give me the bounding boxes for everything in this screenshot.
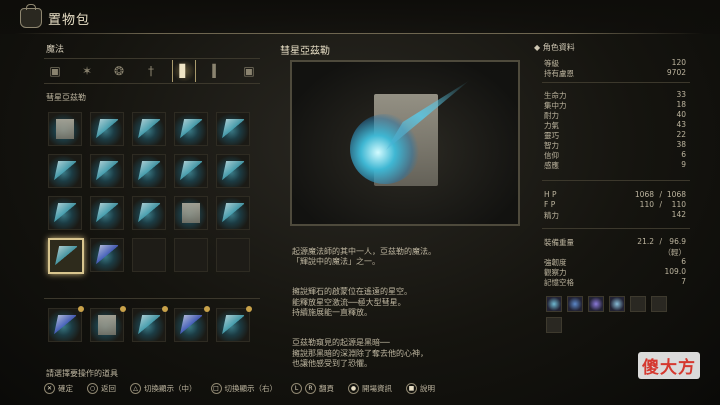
spell-slot[interactable] — [90, 112, 124, 146]
tab-tools[interactable]: ▣ — [44, 60, 66, 82]
bag-icon — [20, 4, 42, 28]
cross-button-icon: ✕ — [44, 383, 55, 394]
memorized-spell-icon — [567, 296, 583, 312]
circle-button-icon: ○ — [87, 383, 98, 394]
divider — [542, 82, 690, 83]
switch-mid-button[interactable]: △ 切換顯示（中） — [130, 383, 197, 394]
spell-slot[interactable] — [48, 196, 82, 230]
category-tabs: ▣ ✶ ❂ † ▋ ▍ ▣ — [44, 58, 260, 84]
spell-slot[interactable] — [132, 154, 166, 188]
watermark-logo: 傻大方 — [638, 352, 700, 379]
empty-slot[interactable] — [132, 238, 166, 272]
empty-slot[interactable] — [174, 238, 208, 272]
tab-bolstering[interactable]: ❂ — [108, 60, 130, 82]
tab-weapons[interactable]: † — [140, 60, 162, 82]
memorized-spell-icon — [588, 296, 604, 312]
divider — [14, 33, 704, 34]
spell-slot[interactable] — [132, 196, 166, 230]
spell-slot[interactable] — [90, 238, 124, 272]
spell-slot[interactable] — [174, 112, 208, 146]
equipped-spell-slot[interactable] — [132, 306, 168, 342]
memorized-spell-icon — [546, 317, 562, 333]
stat-hp: H P 1068/1068 — [544, 190, 686, 199]
memorized-spell-icon — [630, 296, 646, 312]
stats-title: ◆ 角色資料 — [534, 43, 575, 52]
triangle-button-icon: △ — [130, 383, 141, 394]
tab-info[interactable]: ▣ — [238, 60, 260, 82]
spell-slot[interactable] — [174, 154, 208, 188]
stat-runes: 持有盧恩 9702 — [544, 68, 686, 78]
controls-bar: ✕ 確定 ○ 返回 △ 切換顯示（中） □ 切換顯示（右） L R 翻頁 ● 開場資訊 ■ 說明 — [44, 383, 435, 394]
memorized-spell-icon — [651, 296, 667, 312]
square-button-icon: □ — [210, 383, 222, 394]
stat-stamina: 精力 142 — [544, 210, 686, 220]
equipped-spell-slot[interactable] — [174, 306, 210, 342]
spell-description: 起源魔法師的其中一人，亞茲勒的魔法。 「輝說中的魔法」之一。 擁說輝石的啟蒙位在… — [292, 236, 518, 389]
tab-sorceries[interactable]: ▋ — [172, 60, 196, 82]
l-button-icon: L — [291, 383, 302, 394]
memorized-spell-icon — [546, 296, 562, 312]
memorized-spell-icon — [609, 296, 625, 312]
category-title: 魔法 — [46, 45, 65, 55]
equipped-spell-slot[interactable] — [90, 306, 126, 342]
spell-slot[interactable] — [216, 154, 250, 188]
spell-slot[interactable] — [90, 154, 124, 188]
switch-right-button[interactable]: □ 切換顯示（右） — [210, 383, 277, 394]
spell-slot[interactable] — [216, 112, 250, 146]
page-title: 置物包 — [48, 13, 91, 28]
page-button[interactable]: L R 翻頁 — [291, 383, 334, 394]
spell-slot[interactable] — [48, 154, 82, 188]
empty-slot[interactable] — [216, 238, 250, 272]
spell-slot[interactable] — [216, 196, 250, 230]
spell-preview-image — [290, 60, 520, 226]
divider — [542, 228, 690, 229]
touchpad-button-icon: ■ — [406, 383, 417, 394]
stat-attr: 感應 9 — [544, 160, 686, 170]
equipped-spell-slot[interactable] — [216, 306, 252, 342]
spell-slot[interactable] — [174, 196, 208, 230]
help-text: 請選擇要操作的道具 — [46, 369, 118, 378]
back-button[interactable]: ○ 返回 — [87, 383, 116, 394]
divider — [542, 180, 690, 181]
spell-grid — [48, 112, 258, 274]
memorized-spell-icons — [546, 296, 686, 333]
explain-button[interactable]: ■ 說明 — [406, 383, 435, 394]
character-stats-panel: ◆ 角色資料 等級 120 持有盧恩 9702 生命力 33 集中力 18 耐力 40 力… — [534, 40, 692, 340]
stat-memory-slots: 記憶空格 7 — [544, 277, 686, 287]
description-paragraph: 起源魔法師的其中一人，亞茲勒的魔法。 「輝說中的魔法」之一。 — [292, 246, 436, 267]
equipped-spells — [48, 306, 258, 342]
spell-slot[interactable] — [90, 196, 124, 230]
detail-panel: 彗星亞茲勒 起源魔法師的其中一人，亞茲勒的魔法。 「輝說中的魔法」之一。 擁說輝… — [278, 40, 524, 368]
description-paragraph: 擁說輝石的啟蒙位在遙遠的星空。 能釋放星空激流──極大型彗星。 持續施展能一直釋… — [292, 287, 412, 317]
spell-title: 彗星亞茲勒 — [280, 46, 330, 57]
selected-item-name: 彗星亞茲勒 — [46, 93, 86, 102]
info-button[interactable]: ● 開場資訊 — [348, 383, 392, 394]
tab-crafting[interactable]: ✶ — [76, 60, 98, 82]
divider — [44, 298, 260, 299]
tab-incantations[interactable]: ▍ — [206, 60, 228, 82]
item-panel: 魔法 ▣ ✶ ❂ † ▋ ▍ ▣ 彗星亞茲勒 — [38, 40, 266, 348]
spell-slot[interactable] — [132, 112, 166, 146]
r-button-icon: R — [305, 383, 316, 394]
r3-button-icon: ● — [348, 383, 359, 394]
spell-slot[interactable] — [48, 112, 82, 146]
confirm-button[interactable]: ✕ 確定 — [44, 383, 73, 394]
spell-slot-selected[interactable] — [48, 238, 84, 274]
stat-fp: F P 110/110 — [544, 200, 686, 209]
top-bar: 置物包 — [0, 0, 720, 34]
description-paragraph: 亞茲勒窺見的起源是黑暗── 擁說那黑暗的深淵除了奪去他的心神， 也讓他感受到了恐… — [292, 338, 428, 368]
equipped-spell-slot[interactable] — [48, 306, 84, 342]
